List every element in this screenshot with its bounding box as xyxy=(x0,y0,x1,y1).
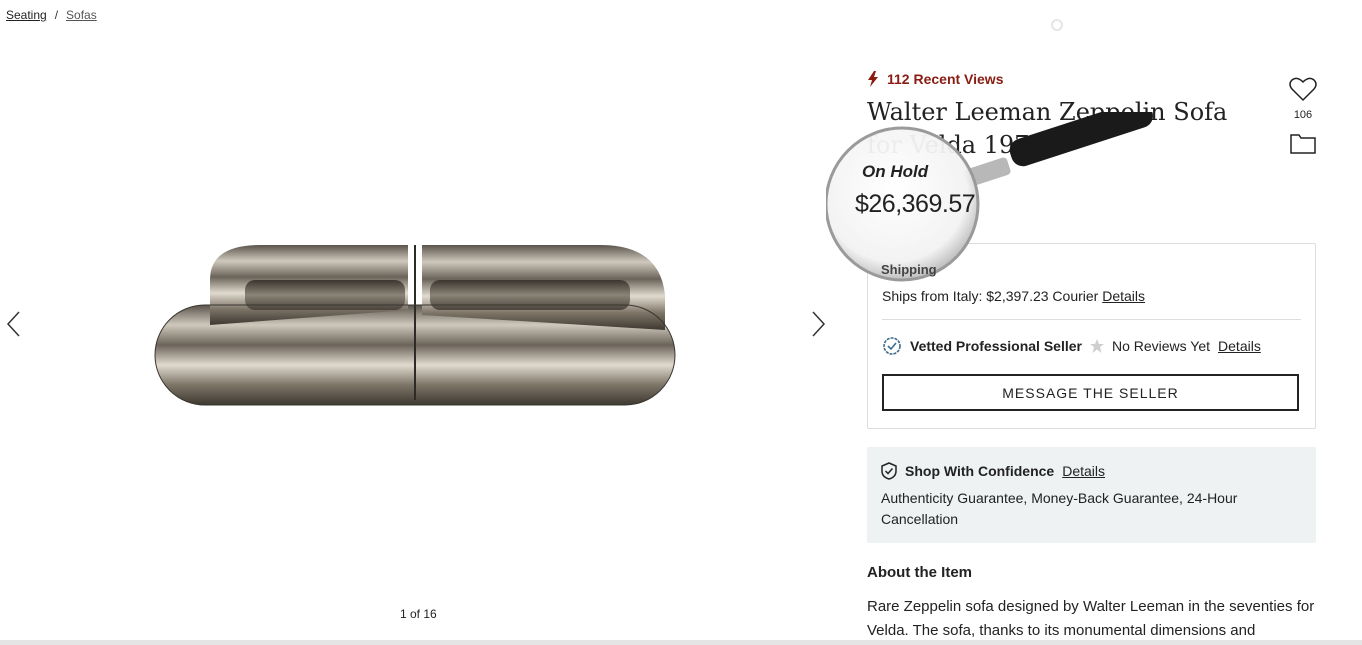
verified-badge-icon xyxy=(883,337,901,355)
seller-info: Vetted Professional Seller No Reviews Ye… xyxy=(882,336,1261,356)
about-title: About the Item xyxy=(867,564,972,581)
shipping-text: Ships from Italy: $2,397.23 Courier xyxy=(882,288,1099,304)
shipping-info: Ships from Italy: $2,397.23 Courier Deta… xyxy=(882,288,1145,304)
about-text: Rare Zeppelin sofa designed by Walter Le… xyxy=(867,598,1315,639)
status-on-hold: On Hold xyxy=(862,162,929,181)
shipping-details-link[interactable]: Details xyxy=(1102,288,1145,304)
recent-views-text: 112 Recent Views xyxy=(887,71,1004,87)
chevron-right-icon[interactable] xyxy=(808,308,828,340)
shipping-status-label: Shipping xyxy=(881,262,937,277)
breadcrumb: Seating / Sofas xyxy=(6,8,97,22)
lightning-icon xyxy=(868,71,878,87)
breadcrumb-sofas[interactable]: Sofas xyxy=(66,8,97,22)
image-counter: 1 of 16 xyxy=(400,607,437,621)
product-title: Walter Leeman Zeppelin Sofa for Velda 19… xyxy=(867,98,1228,159)
shop-with-confidence: Shop With Confidence Details Authenticit… xyxy=(867,447,1316,543)
shield-check-icon xyxy=(881,462,897,480)
product-details: 112 Recent Views Walter Leeman Zeppelin … xyxy=(867,0,1317,645)
product-image-sofa[interactable] xyxy=(150,235,680,410)
star-icon xyxy=(1089,339,1104,353)
heart-icon[interactable] xyxy=(1289,76,1317,102)
message-seller-button[interactable]: MESSAGE THE SELLER xyxy=(882,374,1299,411)
favorites-count: 106 xyxy=(1293,109,1313,121)
recent-views: 112 Recent Views xyxy=(867,71,1003,87)
favorite-button[interactable]: 106 xyxy=(1286,76,1320,121)
vetted-seller-label: Vetted Professional Seller xyxy=(910,338,1082,354)
breadcrumb-separator: / xyxy=(54,8,59,22)
confidence-details-link[interactable]: Details xyxy=(1062,463,1105,479)
reviews-text: No Reviews Yet xyxy=(1111,338,1211,354)
confidence-title: Shop With Confidence xyxy=(905,463,1055,479)
bottom-bar xyxy=(0,640,1362,645)
chevron-left-icon[interactable] xyxy=(4,308,24,340)
divider xyxy=(882,319,1301,320)
product-gallery: 1 of 16 xyxy=(0,40,835,640)
confidence-header: Shop With Confidence Details xyxy=(881,462,1105,480)
product-price: $26,369.57 xyxy=(855,190,976,218)
seller-details-link[interactable]: Details xyxy=(1218,338,1261,354)
confidence-text: Authenticity Guarantee, Money-Back Guara… xyxy=(881,490,1238,527)
breadcrumb-seating[interactable]: Seating xyxy=(6,8,47,22)
folder-icon[interactable] xyxy=(1290,132,1316,154)
